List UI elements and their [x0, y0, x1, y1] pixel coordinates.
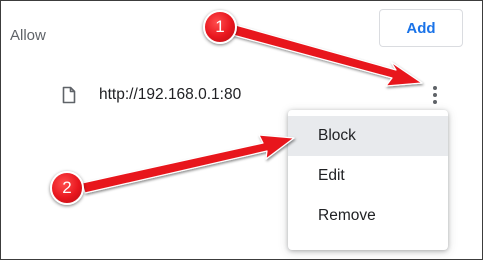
site-row: http://192.168.0.1:80	[1, 75, 482, 115]
menu-item-remove[interactable]: Remove	[288, 196, 448, 236]
site-action-menu: Block Edit Remove	[288, 110, 448, 250]
callout-badge-2: 2	[50, 171, 84, 205]
allow-section-label: Allow	[10, 27, 46, 44]
more-vert-icon[interactable]	[425, 80, 445, 110]
add-button[interactable]: Add	[379, 9, 463, 47]
site-permissions-panel: Allow Add http://192.168.0.1:80 Block Ed…	[0, 0, 483, 260]
menu-item-edit[interactable]: Edit	[288, 156, 448, 196]
site-url: http://192.168.0.1:80	[99, 86, 242, 103]
menu-item-block[interactable]: Block	[288, 116, 448, 156]
file-icon	[62, 86, 76, 104]
callout-badge-1: 1	[203, 10, 237, 44]
